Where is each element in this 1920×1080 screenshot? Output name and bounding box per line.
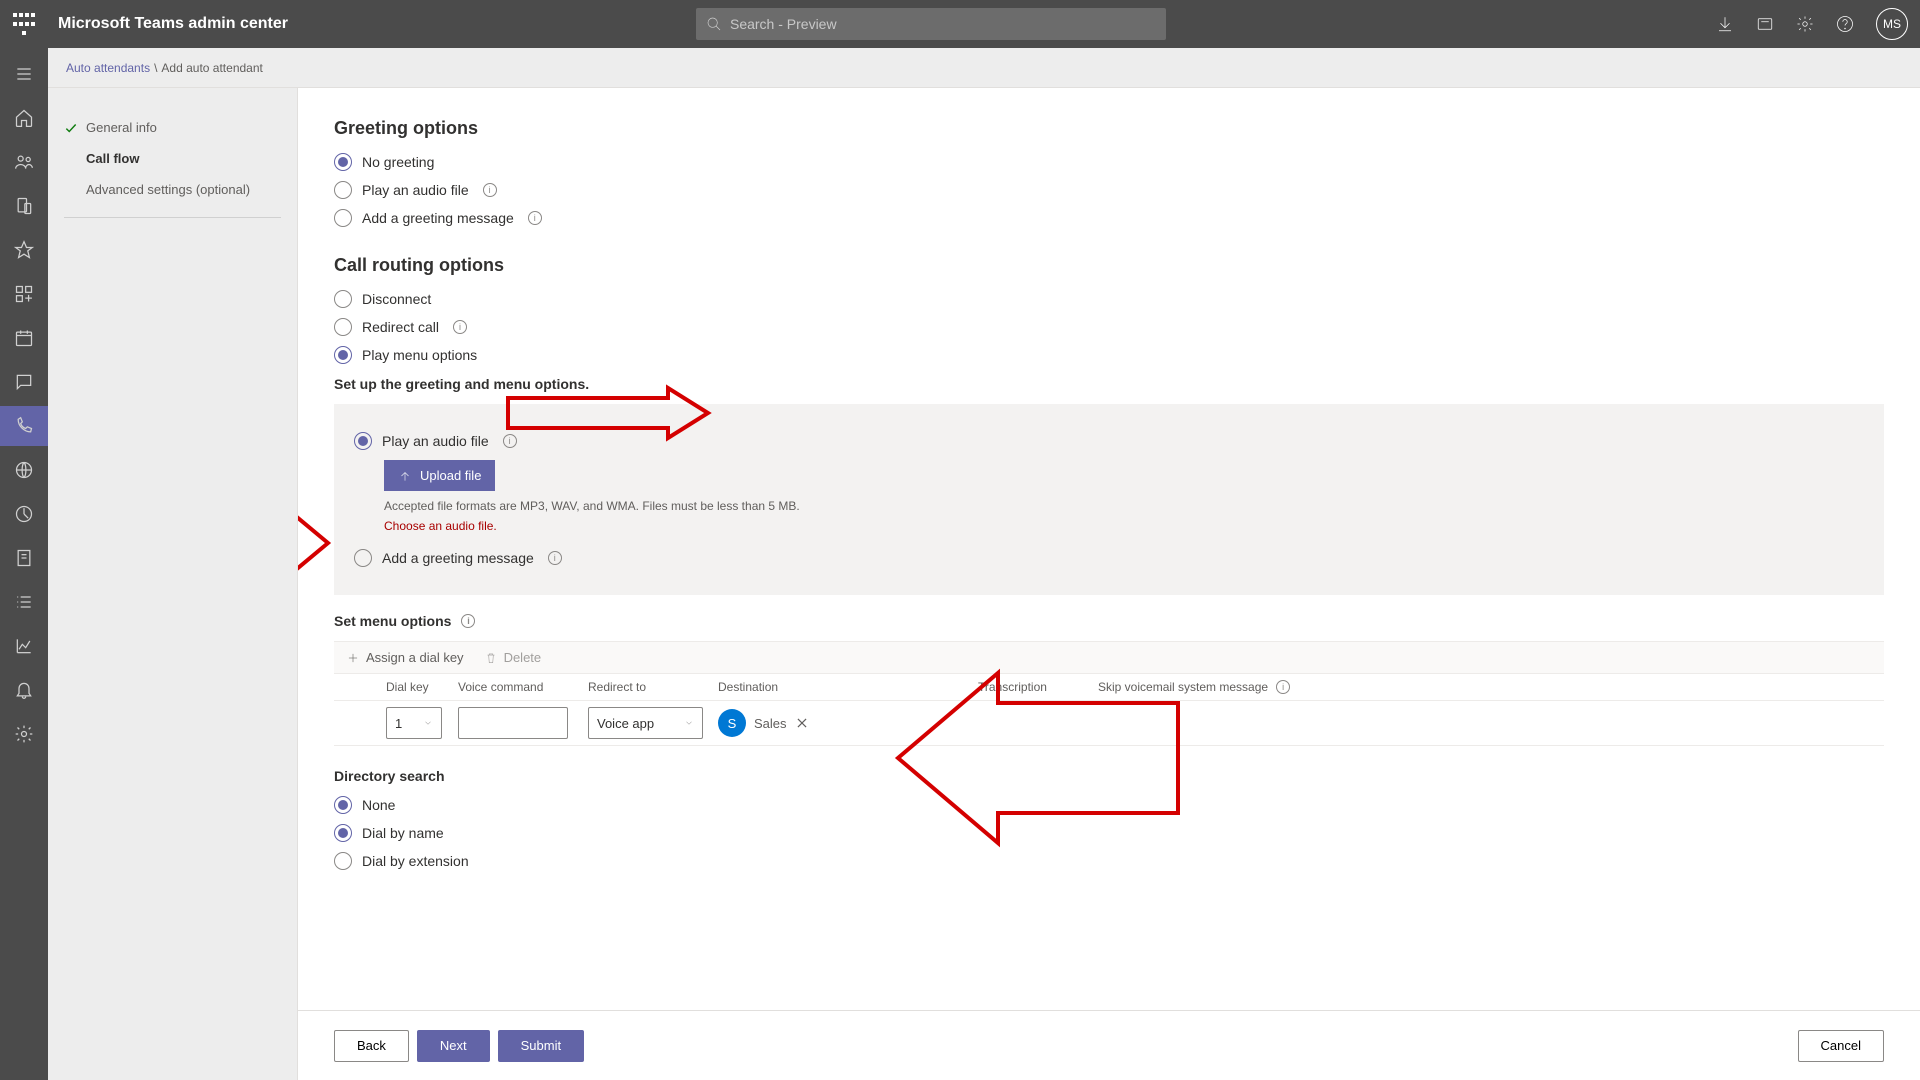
info-icon[interactable]: i (1276, 680, 1290, 694)
nav-meetings[interactable] (0, 318, 48, 358)
nav-apps[interactable] (0, 274, 48, 314)
search-input[interactable] (730, 16, 1156, 32)
nav-list[interactable] (0, 582, 48, 622)
nav-voice[interactable] (0, 406, 48, 446)
nav-home[interactable] (0, 98, 48, 138)
left-nav (0, 48, 48, 1080)
nav-chart[interactable] (0, 626, 48, 666)
next-button[interactable]: Next (417, 1030, 490, 1062)
step-general-info[interactable]: General info (64, 112, 281, 143)
info-icon[interactable]: i (548, 551, 562, 565)
help-icon[interactable] (1836, 15, 1854, 33)
col-transcription: Transcription (978, 680, 1098, 694)
destination-chip: S Sales (718, 709, 809, 737)
nav-devices[interactable] (0, 186, 48, 226)
upload-error: Choose an audio file. (384, 519, 1864, 533)
routing-redirect-radio[interactable]: Redirect call i (334, 318, 1884, 336)
redirect-select[interactable]: Voice app (588, 707, 703, 739)
menu-greeting-box: Play an audio file i Upload file Accepte… (334, 404, 1884, 595)
app-launcher-icon[interactable] (12, 12, 36, 36)
assign-dial-key-button[interactable]: Assign a dial key (346, 650, 464, 665)
routing-heading: Call routing options (334, 255, 1884, 276)
nav-admin-settings[interactable] (0, 714, 48, 754)
greeting-audio-radio[interactable]: Play an audio file i (334, 181, 1884, 199)
menu-options-heading: Set menu options i (334, 613, 1884, 629)
nav-policy[interactable] (0, 450, 48, 490)
nav-toggle[interactable] (0, 54, 48, 94)
dial-key-row: 1 Voice app (334, 701, 1884, 745)
user-avatar[interactable]: MS (1876, 8, 1908, 40)
col-voice-command: Voice command (458, 680, 588, 694)
nav-locations[interactable] (0, 230, 48, 270)
routing-subtext: Set up the greeting and menu options. (334, 376, 1884, 392)
wizard-footer: Back Next Submit Cancel (298, 1010, 1920, 1080)
chevron-down-icon (423, 718, 433, 728)
greeting-message-radio[interactable]: Add a greeting message i (334, 209, 1884, 227)
topbar-actions: MS (1716, 8, 1908, 40)
nav-reports[interactable] (0, 538, 48, 578)
directory-none-radio[interactable]: None (334, 796, 1884, 814)
submit-button[interactable]: Submit (498, 1030, 584, 1062)
nav-notifications[interactable] (0, 670, 48, 710)
routing-menu-radio[interactable]: Play menu options (334, 346, 1884, 364)
breadcrumb: Auto attendants \ Add auto attendant (48, 48, 1920, 88)
step-advanced[interactable]: Advanced settings (optional) (64, 174, 281, 205)
greeting-none-radio[interactable]: No greeting (334, 153, 1884, 171)
app-title: Microsoft Teams admin center (58, 15, 288, 33)
wizard-steps: General info Call flow Advanced settings… (48, 88, 298, 1080)
directory-heading: Directory search (334, 768, 1884, 784)
dial-key-grid: Dial key Voice command Redirect to Desti… (334, 674, 1884, 746)
info-icon[interactable]: i (461, 614, 475, 628)
nested-message-radio[interactable]: Add a greeting message i (354, 549, 1864, 567)
chevron-down-icon (684, 718, 694, 728)
nav-messaging[interactable] (0, 362, 48, 402)
remove-destination-icon[interactable] (795, 716, 809, 730)
nested-audio-radio[interactable]: Play an audio file i (354, 432, 1864, 450)
destination-avatar: S (718, 709, 746, 737)
breadcrumb-current: Add auto attendant (161, 61, 262, 75)
cancel-button[interactable]: Cancel (1798, 1030, 1884, 1062)
info-icon[interactable]: i (503, 434, 517, 448)
col-redirect: Redirect to (588, 680, 718, 694)
info-icon[interactable]: i (528, 211, 542, 225)
col-destination: Destination (718, 680, 978, 694)
directory-name-radio[interactable]: Dial by name (334, 824, 1884, 842)
search-box[interactable] (696, 8, 1166, 40)
info-icon[interactable]: i (483, 183, 497, 197)
updates-icon[interactable] (1756, 15, 1774, 33)
directory-ext-radio[interactable]: Dial by extension (334, 852, 1884, 870)
search-icon (706, 16, 722, 32)
nav-teams[interactable] (0, 142, 48, 182)
greeting-heading: Greeting options (334, 118, 1884, 139)
back-button[interactable]: Back (334, 1030, 409, 1062)
nav-analytics[interactable] (0, 494, 48, 534)
col-dial-key: Dial key (386, 680, 458, 694)
voice-command-input[interactable] (458, 707, 568, 739)
delete-button: Delete (484, 650, 542, 665)
routing-disconnect-radio[interactable]: Disconnect (334, 290, 1884, 308)
menu-toolbar: Assign a dial key Delete (334, 641, 1884, 674)
upload-hint: Accepted file formats are MP3, WAV, and … (384, 499, 1864, 513)
col-skip: Skip voicemail system messagei (1098, 680, 1872, 694)
step-call-flow[interactable]: Call flow (64, 143, 281, 174)
topbar: Microsoft Teams admin center MS (0, 0, 1920, 48)
dial-key-select[interactable]: 1 (386, 707, 442, 739)
info-icon[interactable]: i (453, 320, 467, 334)
download-icon[interactable] (1716, 15, 1734, 33)
settings-icon[interactable] (1796, 15, 1814, 33)
main-content: Greeting options No greeting Play an aud… (298, 88, 1920, 1080)
breadcrumb-parent[interactable]: Auto attendants (66, 61, 150, 75)
upload-file-button[interactable]: Upload file (384, 460, 495, 491)
